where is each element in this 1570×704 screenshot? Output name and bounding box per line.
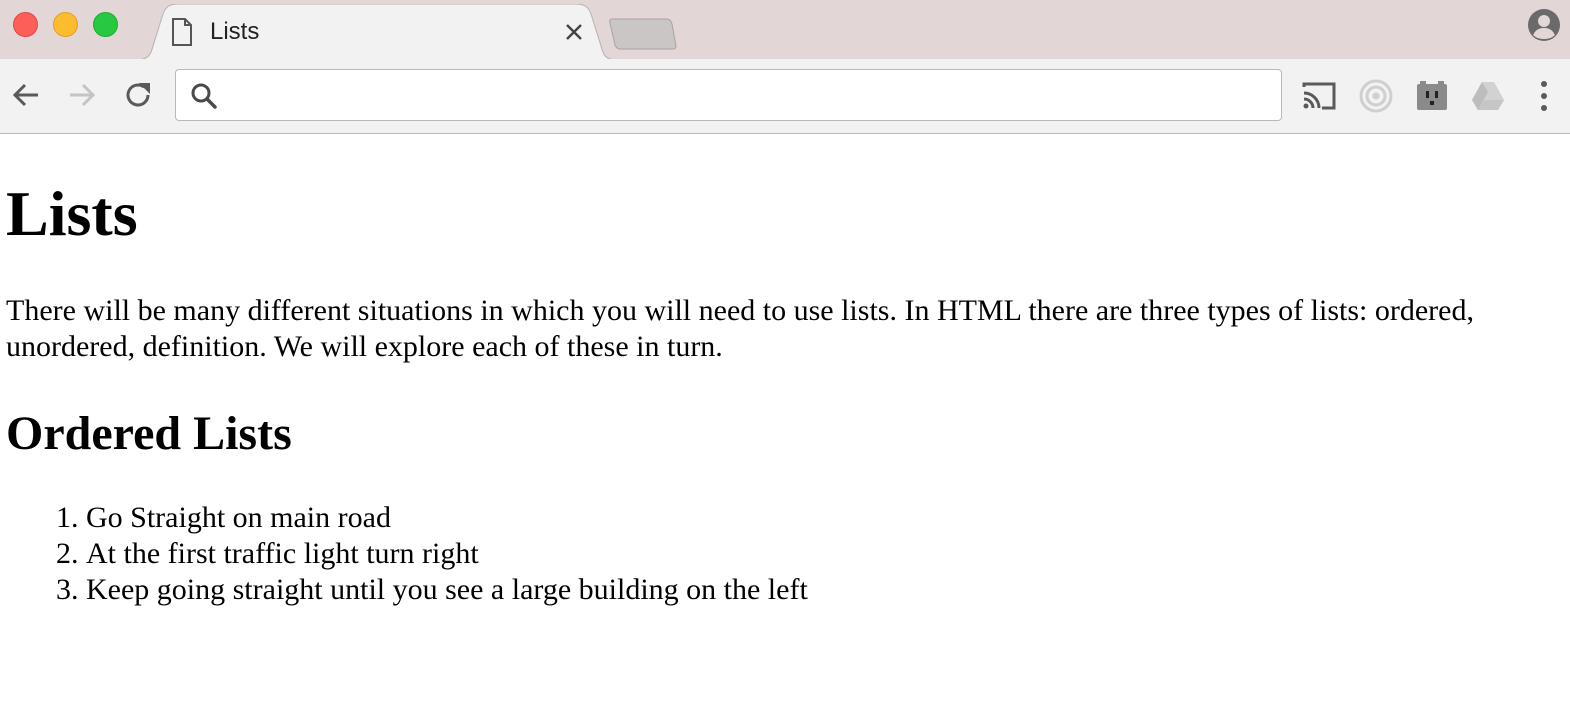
- drive-icon[interactable]: [1470, 78, 1506, 114]
- address-input[interactable]: [228, 78, 1272, 114]
- list-item: At the first traffic light turn right: [86, 536, 808, 572]
- intro-paragraph: There will be many different situations …: [6, 294, 1474, 363]
- list-item: Keep going straight until you see a larg…: [86, 572, 808, 608]
- cast-icon[interactable]: [1301, 78, 1337, 114]
- window-maximize-button[interactable]: [93, 12, 118, 37]
- new-tab-button[interactable]: [608, 18, 678, 50]
- profile-icon[interactable]: [1527, 8, 1561, 42]
- tab-title: Lists: [210, 18, 260, 45]
- window-close-button[interactable]: [13, 12, 38, 37]
- forward-arrow-icon[interactable]: [66, 79, 98, 111]
- close-icon[interactable]: [563, 21, 585, 43]
- back-arrow-icon[interactable]: [10, 79, 42, 111]
- search-icon: [190, 82, 218, 110]
- page-content: Lists There will be many different situa…: [0, 134, 1570, 704]
- window-minimize-button[interactable]: [53, 12, 78, 37]
- document-icon: [171, 18, 193, 46]
- ordered-list: Go Straight on main road At the first tr…: [0, 500, 808, 608]
- menu-kebab-icon[interactable]: [1526, 78, 1562, 114]
- tab-lists[interactable]: Lists: [135, 4, 617, 60]
- browser-toolbar: [0, 59, 1570, 134]
- address-bar[interactable]: [175, 69, 1282, 121]
- tab-strip: Lists: [0, 0, 1570, 60]
- page-title: Lists: [6, 178, 138, 249]
- section-heading: Ordered Lists: [6, 407, 292, 460]
- extension-outlet-icon[interactable]: [1414, 78, 1450, 114]
- list-item: Go Straight on main road: [86, 500, 808, 536]
- extension-target-icon[interactable]: [1358, 78, 1394, 114]
- reload-icon[interactable]: [122, 79, 154, 111]
